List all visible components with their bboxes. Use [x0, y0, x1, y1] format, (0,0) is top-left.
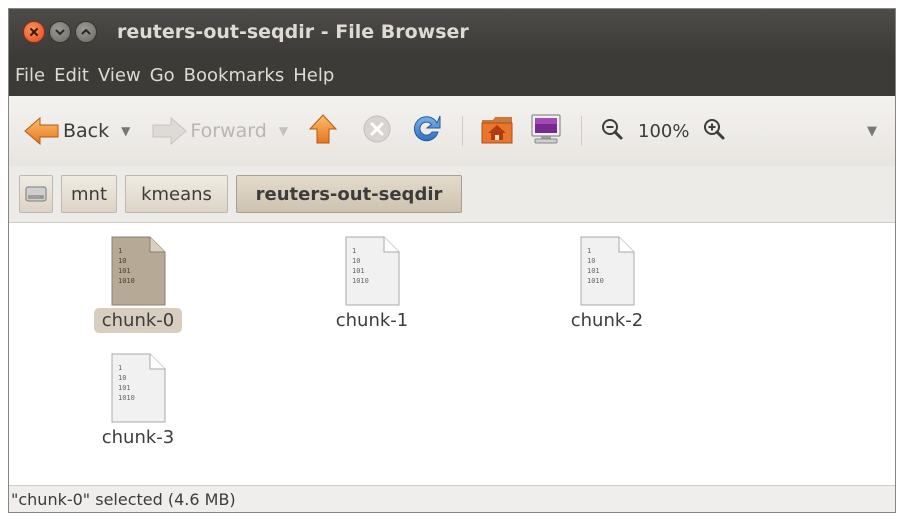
binary-file-icon: 1 10 101 1010 [111, 236, 166, 306]
zoom-level[interactable]: 100% [638, 121, 689, 142]
window-title: reuters-out-seqdir - File Browser [117, 20, 469, 43]
status-bar: "chunk-0" selected (4.6 MB) [9, 485, 895, 512]
home-icon [481, 117, 513, 144]
file-name: chunk-3 [101, 427, 175, 448]
close-icon [30, 27, 38, 36]
window-controls [23, 20, 97, 43]
up-button[interactable] [308, 113, 338, 149]
back-history-dropdown-icon[interactable]: ▼ [121, 124, 130, 138]
maximize-icon [81, 28, 91, 34]
menu-bookmarks[interactable]: Bookmarks [184, 65, 285, 86]
file-name: chunk-2 [570, 310, 644, 331]
back-arrow-icon [24, 116, 59, 146]
toolbar-separator [581, 116, 583, 146]
toolbar-separator [462, 116, 464, 146]
forward-button[interactable]: Forward [150, 116, 267, 146]
file-icon-line: 101 [118, 267, 131, 275]
menu-file[interactable]: File [15, 65, 45, 86]
up-arrow-icon [308, 114, 338, 144]
minimize-button[interactable] [49, 20, 71, 43]
file-item-chunk-2[interactable]: 1 10 101 1010 chunk-2 [532, 236, 682, 333]
file-icon-line: 1 [352, 247, 356, 255]
file-item-chunk-0[interactable]: 1 10 101 1010 chunk-0 [63, 236, 213, 333]
file-icon-line: 10 [352, 257, 360, 265]
home-button[interactable] [479, 112, 515, 150]
reload-icon [413, 115, 441, 142]
minimize-icon [55, 29, 65, 35]
file-icon-line: 101 [587, 267, 600, 275]
status-text: "chunk-0" selected (4.6 MB) [11, 489, 236, 509]
forward-arrow-icon [152, 116, 188, 146]
menu-bar: File Edit View Go Bookmarks Help [9, 54, 895, 96]
crumb-root[interactable] [19, 175, 53, 213]
forward-history-dropdown-icon[interactable]: ▼ [279, 124, 288, 138]
toolbar: Back ▼ Forward ▼ 100% ▼ [9, 96, 895, 166]
file-icon-line: 101 [118, 384, 131, 392]
file-icon-line: 1010 [352, 277, 369, 285]
file-view[interactable]: 1 10 101 1010 chunk-0 1 10 101 1010 chun… [9, 222, 895, 488]
title-bar[interactable]: reuters-out-seqdir - File Browser [9, 9, 895, 54]
reload-button[interactable] [410, 112, 444, 150]
file-item-chunk-1[interactable]: 1 10 101 1010 chunk-1 [297, 236, 447, 333]
menu-view[interactable]: View [98, 65, 141, 86]
menu-help[interactable]: Help [293, 65, 334, 86]
file-icon-line: 10 [118, 257, 126, 265]
crumb-mnt[interactable]: mnt [61, 175, 117, 213]
binary-file-icon: 1 10 101 1010 [111, 353, 166, 423]
file-icon-line: 1 [118, 364, 122, 372]
zoom-in-icon [703, 119, 724, 140]
file-icon-line: 1 [587, 247, 591, 255]
file-icon-line: 1010 [587, 277, 604, 285]
stop-icon [363, 115, 391, 143]
crumb-reuters-out-seqdir[interactable]: reuters-out-seqdir [236, 175, 462, 213]
binary-file-icon: 1 10 101 1010 [345, 236, 400, 306]
back-button[interactable]: Back [23, 116, 109, 146]
forward-label: Forward [190, 120, 267, 142]
zoom-in-button[interactable] [702, 117, 726, 145]
back-label: Back [63, 120, 110, 142]
file-icon-line: 101 [352, 267, 365, 275]
drive-icon [25, 186, 47, 202]
file-icon-line: 10 [118, 374, 126, 382]
computer-icon [531, 114, 561, 144]
file-icon-line: 1010 [118, 277, 135, 285]
close-button[interactable] [23, 20, 45, 43]
file-icon-line: 1010 [118, 394, 135, 402]
file-icon-line: 10 [587, 257, 595, 265]
computer-button[interactable] [529, 112, 563, 150]
toolbar-overflow-icon[interactable]: ▼ [867, 124, 877, 139]
file-item-chunk-3[interactable]: 1 10 101 1010 chunk-3 [63, 353, 213, 450]
menu-edit[interactable]: Edit [54, 65, 89, 86]
path-bar: mnt kmeans reuters-out-seqdir [9, 166, 895, 222]
maximize-button[interactable] [75, 20, 97, 43]
binary-file-icon: 1 10 101 1010 [580, 236, 635, 306]
file-name: chunk-0 [93, 308, 183, 333]
file-name: chunk-1 [335, 310, 409, 331]
zoom-out-icon [602, 119, 623, 140]
menu-go[interactable]: Go [150, 65, 175, 86]
file-icon-line: 1 [118, 247, 122, 255]
crumb-kmeans[interactable]: kmeans [125, 175, 228, 213]
file-browser-window: reuters-out-seqdir - File Browser File E… [8, 8, 896, 513]
stop-button[interactable] [362, 114, 392, 148]
zoom-out-button[interactable] [600, 117, 624, 145]
